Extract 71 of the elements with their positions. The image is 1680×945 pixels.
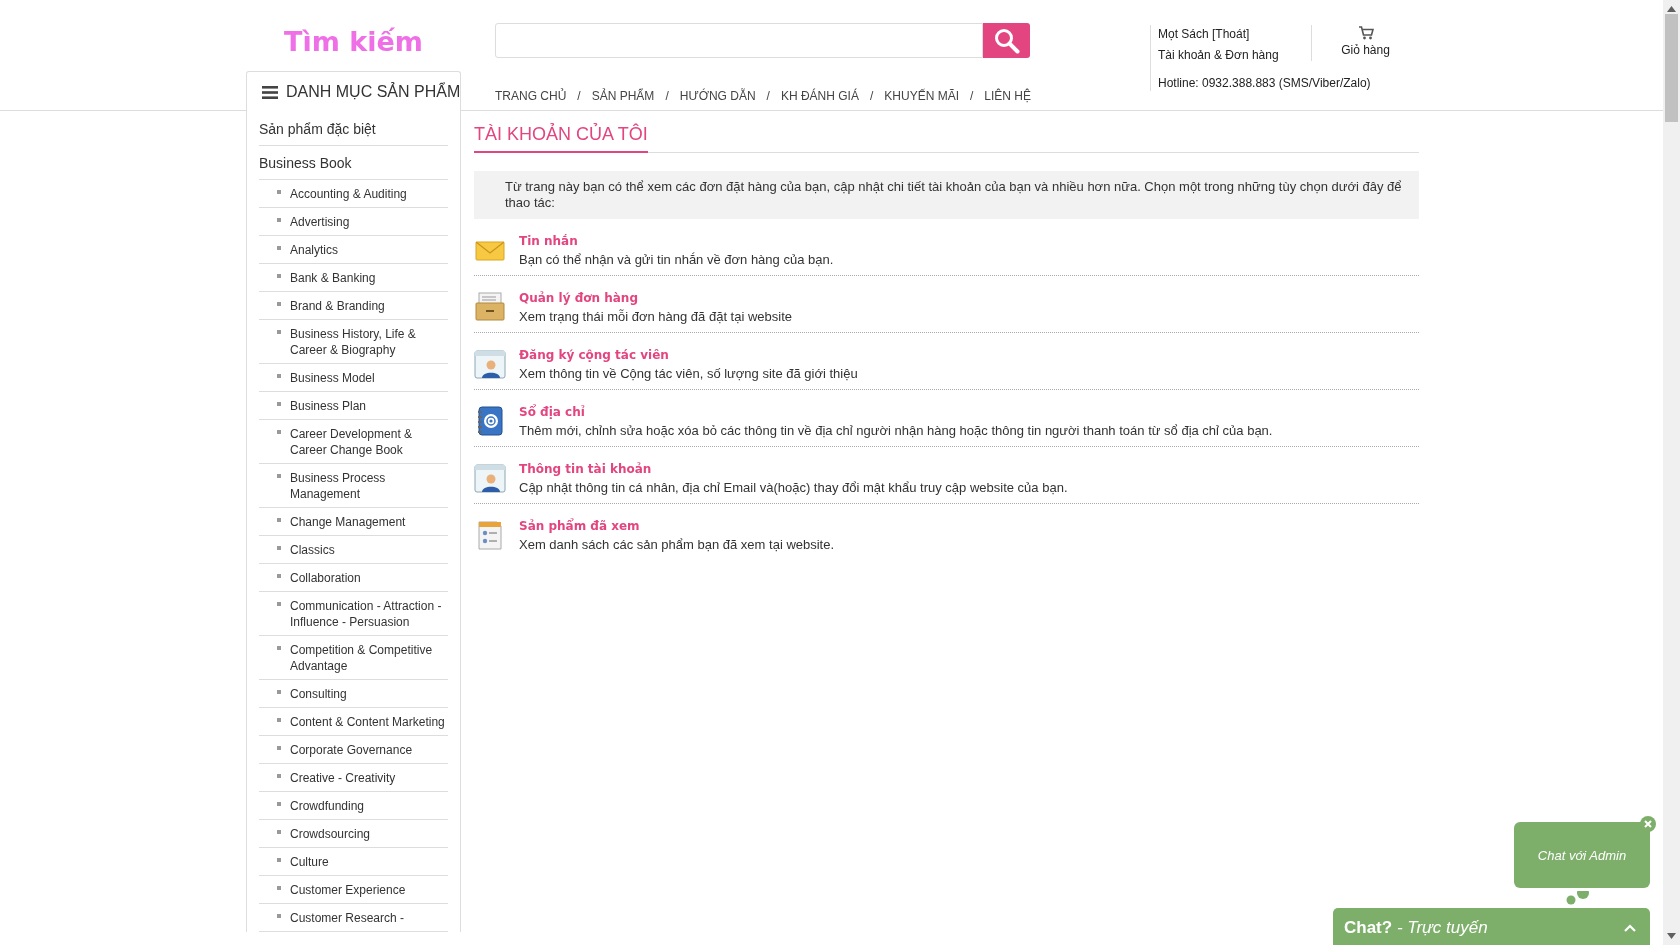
- option-description: Xem thông tin về Cộng tác viên, số lượng site đã giới thiệu: [519, 366, 858, 381]
- nav-separator: /: [970, 89, 974, 103]
- option-link[interactable]: Sản phẩm đã xem: [519, 519, 640, 533]
- menu-icon: [262, 85, 278, 99]
- category-heading: DANH MỤC SẢN PHẨM: [286, 83, 461, 101]
- scroll-thumb[interactable]: [1665, 14, 1678, 122]
- nav-link[interactable]: LIÊN HỆ: [984, 89, 1031, 103]
- chevron-up-icon: [1624, 924, 1636, 932]
- option-description: Bạn có thể nhận và gửi tin nhắn về đơn hàng của bạn.: [519, 252, 834, 267]
- option-link[interactable]: Sổ địa chỉ: [519, 405, 585, 419]
- subcategory-item[interactable]: Customer Experience: [259, 876, 448, 904]
- nav-separator: /: [577, 89, 581, 103]
- account-link[interactable]: Tài khoản & Đơn hàng: [1158, 48, 1311, 62]
- subcategory-item[interactable]: Communication - Attraction - Influence - Persuasion: [259, 592, 448, 636]
- intro-text: Từ trang này bạn có thể xem các đơn đặt hàng của bạn, cập nhật chi tiết tài khoản của bạn và nhiều hơn nữa. Chọn một trong những tùy chọn dưới đây để thao tác:: [474, 171, 1419, 219]
- option-description: Cập nhật thông tin cá nhân, địa chỉ Email và(hoặc) thay đổi mật khẩu truy cập website của bạn.: [519, 480, 1068, 495]
- option-link[interactable]: Quản lý đơn hàng: [519, 291, 638, 305]
- search-icon: [993, 27, 1020, 54]
- option-description: Xem trạng thái mỗi đơn hàng đã đặt tại website: [519, 309, 793, 324]
- page-title: TÀI KHOẢN CỦA TÔI: [474, 121, 648, 153]
- nav-link[interactable]: SẢN PHẨM: [591, 89, 655, 103]
- category-item[interactable]: Sản phẩm đặc biệt: [259, 112, 448, 146]
- option-description: Thêm mới, chỉnh sửa hoặc xóa bỏ các thông tin về địa chỉ người nhận hàng hoặc thông tin người thanh toán từ sổ địa chỉ của bạn.: [519, 423, 1273, 438]
- subcategory-item[interactable]: Classics: [259, 536, 448, 564]
- nav-link[interactable]: TRANG CHỦ: [495, 89, 567, 103]
- hotline-text: Hotline: 0932.388.883 (SMS/Viber/Zalo): [1158, 76, 1372, 90]
- subcategory-item[interactable]: Analytics: [259, 236, 448, 264]
- subcategory-item[interactable]: Collaboration: [259, 564, 448, 592]
- nav-link[interactable]: HƯỚNG DẪN: [679, 89, 756, 103]
- subcategory-item[interactable]: Brand & Branding: [259, 292, 448, 320]
- person-card-icon: [474, 462, 506, 494]
- subcategory-item[interactable]: Business History, Life & Career & Biography: [259, 320, 448, 364]
- subcategory-item[interactable]: Career Development & Career Change Book: [259, 420, 448, 464]
- chat-bubble-tail-drawing: [1566, 891, 1590, 905]
- option-link[interactable]: Tin nhắn: [519, 234, 578, 248]
- cart-link[interactable]: Giỏ hàng: [1311, 25, 1419, 61]
- subcategory-item[interactable]: Content & Content Marketing: [259, 708, 448, 736]
- person-card-icon: [474, 348, 506, 380]
- cart-icon: [1357, 25, 1374, 40]
- search-field[interactable]: [495, 23, 983, 58]
- category-item[interactable]: Business Book: [259, 146, 448, 180]
- subcategory-item[interactable]: Crowdsourcing: [259, 820, 448, 848]
- subcategory-item[interactable]: Business Model: [259, 364, 448, 392]
- subcategory-item[interactable]: Advertising: [259, 208, 448, 236]
- subcategory-item[interactable]: Competition & Competitive Advantage: [259, 636, 448, 680]
- scroll-up-icon[interactable]: [1667, 6, 1676, 12]
- subcategory-item[interactable]: Bank & Banking: [259, 264, 448, 292]
- nav-link[interactable]: KHUYẾN MÃI: [884, 89, 959, 103]
- subcategory-item[interactable]: Business Plan: [259, 392, 448, 420]
- subcategory-item[interactable]: Creative - Creativity: [259, 764, 448, 792]
- search-button[interactable]: [983, 23, 1030, 58]
- scroll-down-icon[interactable]: [1667, 933, 1676, 939]
- scrollbar[interactable]: [1663, 0, 1680, 945]
- drawer-icon: [474, 291, 506, 323]
- subcategory-item[interactable]: Crowdfunding: [259, 792, 448, 820]
- nav-separator: /: [869, 89, 874, 103]
- close-icon[interactable]: [1640, 816, 1656, 832]
- subcategory-item[interactable]: Business Process Management: [259, 464, 448, 508]
- subcategory-item[interactable]: Customer Research -: [259, 904, 448, 932]
- subcategory-item[interactable]: Corporate Governance: [259, 736, 448, 764]
- subcategory-item[interactable]: Accounting & Auditing: [259, 180, 448, 208]
- nav-separator: /: [665, 89, 669, 103]
- account-link[interactable]: Mọt Sách [Thoát]: [1158, 27, 1311, 41]
- option-link[interactable]: Đăng ký cộng tác viên: [519, 348, 669, 362]
- nav-separator: /: [766, 89, 770, 103]
- option-link[interactable]: Thông tin tài khoản: [519, 462, 652, 476]
- subcategory-item[interactable]: Change Management: [259, 508, 448, 536]
- option-description: Xem danh sách các sản phẩm bạn đã xem tại website.: [519, 537, 835, 552]
- nav-link[interactable]: KH ĐÁNH GIÁ: [780, 89, 859, 103]
- subcategory-item[interactable]: Culture: [259, 848, 448, 876]
- subcategory-item[interactable]: Consulting: [259, 680, 448, 708]
